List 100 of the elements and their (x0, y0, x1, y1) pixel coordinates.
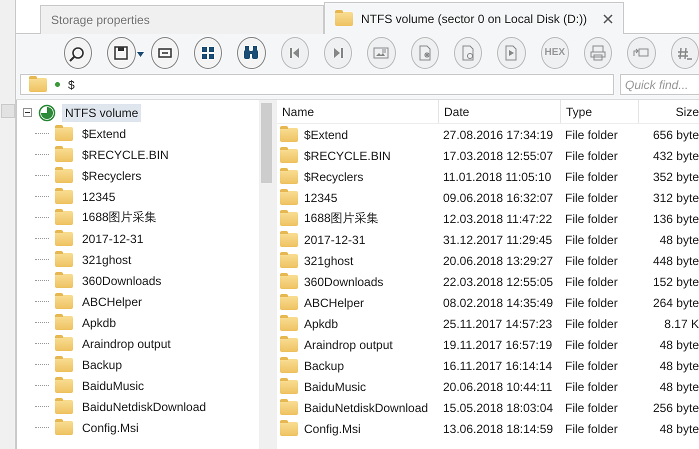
folder-icon (55, 148, 73, 162)
table-cell: $Extend (304, 128, 348, 142)
scrollbar-thumb[interactable] (261, 103, 272, 183)
toolbar-button[interactable] (194, 36, 222, 68)
table-cell: BaiduMusic (304, 380, 366, 394)
folder-icon (55, 274, 73, 288)
table-cell-text: 20.06.2018 10:44:11 (442, 380, 554, 394)
table-cell-text: 15.05.2018 18:03:04 (442, 400, 554, 414)
folder-icon (280, 296, 298, 310)
table-cell-text: 31.12.2017 11:29:45 (442, 232, 554, 246)
table-cell: $RECYCLE.BIN (304, 148, 391, 162)
table-cell-text: 48 byte (658, 422, 699, 436)
table-cell-text: File folder (564, 170, 619, 184)
table-cell-text: File folder (564, 128, 619, 142)
folder-icon (280, 380, 298, 394)
address-bar[interactable]: $ (20, 74, 614, 95)
folder-icon (335, 12, 353, 26)
table-cell-text: File folder (564, 316, 619, 330)
close-icon[interactable] (603, 14, 613, 24)
table-cell: ABCHelper (304, 296, 364, 310)
table-cell-text: 48 byte (658, 232, 699, 246)
tree-item[interactable]: 1688图片采集 (79, 207, 160, 228)
folder-icon (280, 190, 298, 204)
table-cell: 1688图片采集 (304, 210, 379, 227)
tree-item[interactable]: NTFS volume (62, 104, 142, 122)
table-cell-text: File folder (564, 380, 619, 394)
table-cell-text: 12.03.2018 11:47:22 (442, 212, 554, 226)
tree-item[interactable]: 12345 (79, 188, 118, 206)
table-cell-text: 136 byte (652, 212, 699, 226)
table-cell: BaiduNetdiskDownload (304, 400, 428, 414)
tab[interactable]: Storage properties (40, 5, 324, 34)
table-cell-text: 448 byte (652, 254, 699, 268)
column-header[interactable]: Type (561, 100, 639, 123)
table-cell-text: 48 byte (658, 380, 699, 394)
folder-icon (55, 358, 73, 372)
table-cell: 360Downloads (304, 274, 384, 288)
tool-icon (242, 44, 260, 62)
tree-item[interactable]: ABCHelper (79, 292, 146, 310)
table-cell-text: File folder (564, 190, 619, 204)
scrollbar[interactable] (259, 100, 274, 449)
folder-icon (29, 78, 47, 92)
folder-icon (55, 336, 73, 350)
folder-icon (280, 274, 298, 288)
folder-icon (55, 190, 73, 204)
table-cell-text: 8.17 K (663, 316, 699, 330)
table-cell-text: File folder (564, 400, 619, 414)
table-cell: Backup (304, 358, 344, 372)
folder-icon (280, 148, 298, 162)
folder-icon (55, 126, 73, 140)
column-header[interactable]: Date (439, 100, 561, 123)
folder-icon (280, 170, 298, 184)
table-cell-text: File folder (564, 212, 619, 226)
table-cell-text: 152 byte (652, 274, 699, 288)
folder-icon (55, 294, 73, 308)
table-cell-text: File folder (564, 254, 619, 268)
table-cell: 321ghost (304, 254, 354, 268)
table-cell: 2017-12-31 (304, 232, 366, 246)
panel-handle[interactable] (0, 104, 14, 118)
tab[interactable]: NTFS volume (sector 0 on Local Disk (D:)) (324, 2, 624, 34)
tool-icon (589, 44, 608, 62)
toolbar-button[interactable] (150, 36, 179, 68)
collapse-icon[interactable] (23, 108, 32, 117)
table-cell-text: 312 byte (652, 190, 699, 204)
table-cell-text: 656 byte (652, 128, 699, 142)
table-cell-text: 08.02.2018 14:35:49 (442, 296, 554, 310)
folder-icon (280, 338, 298, 352)
tree-item[interactable]: $Extend (79, 124, 130, 142)
tree-item[interactable]: BaiduMusic (79, 376, 148, 394)
pie-icon (38, 104, 56, 122)
table-cell-text: 432 byte (652, 148, 699, 162)
path-text: $ (68, 78, 75, 92)
tree-item[interactable]: Araindrop output (79, 334, 174, 352)
table-cell-text: 13.06.2018 18:14:59 (442, 422, 554, 436)
toolbar-button[interactable] (64, 36, 92, 68)
folder-icon (280, 422, 298, 436)
folder-icon (280, 128, 298, 142)
tree-item[interactable]: 321ghost (79, 250, 134, 268)
tree-item[interactable]: Apkdb (79, 314, 120, 332)
table-cell-text: 19.11.2017 16:57:19 (442, 338, 554, 352)
table-cell-text: File folder (564, 422, 619, 436)
folder-icon (55, 168, 73, 182)
tree-item[interactable]: BaiduNetdiskDownload (79, 398, 210, 416)
tree-item[interactable]: Backup (79, 356, 126, 374)
tree-item[interactable]: 360Downloads (79, 272, 164, 290)
tree-item[interactable]: $RECYCLE.BIN (79, 146, 172, 164)
tree-item[interactable]: 2017-12-31 (79, 230, 146, 248)
folder-icon (280, 358, 298, 372)
table-cell-text: 48 byte (658, 338, 699, 352)
folder-icon (55, 210, 73, 224)
column-header[interactable]: Size (639, 100, 699, 123)
table-cell-text: 352 byte (652, 170, 699, 184)
tree-item[interactable]: Config.Msi (79, 418, 142, 436)
table-cell-text: File folder (564, 338, 619, 352)
toolbar-button[interactable] (237, 36, 266, 68)
quick-find-field[interactable]: Quick find... (620, 74, 699, 95)
column-header[interactable]: Name (277, 100, 439, 123)
folder-icon (55, 252, 73, 266)
tree-item[interactable]: $Recyclers (79, 166, 144, 184)
table-cell: Apkdb (304, 316, 338, 330)
table-cell-text: 16.11.2017 16:14:14 (442, 358, 554, 372)
